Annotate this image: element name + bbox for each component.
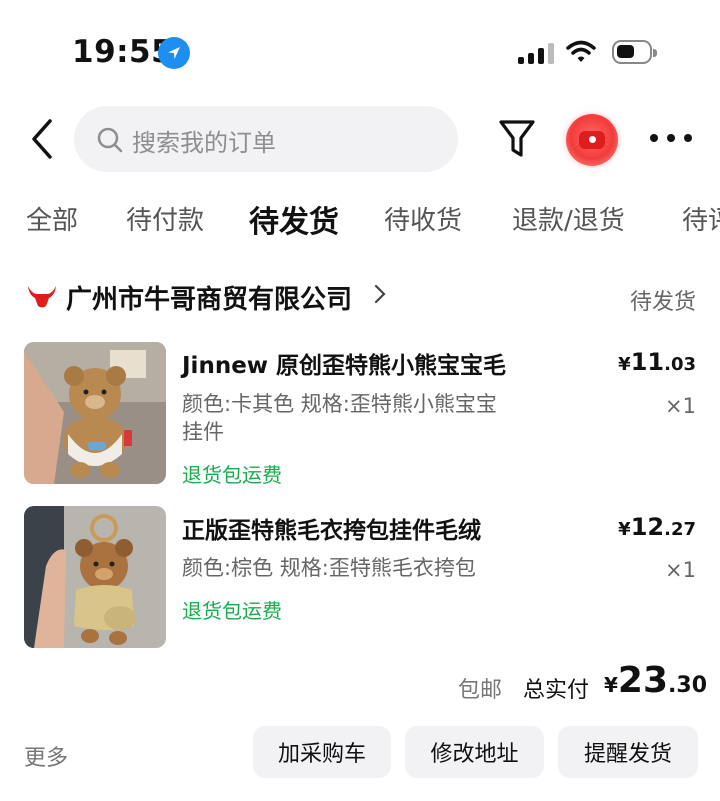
item-spec-line: 挂件 [182, 420, 224, 444]
tab-pending-payment[interactable]: 待付款 [126, 200, 204, 237]
change-address-button[interactable]: 修改地址 [405, 726, 544, 778]
item-spec: 颜色:卡其色 规格:歪特熊小熊宝宝 挂件 [182, 390, 562, 446]
item-spec-line: 颜色:卡其色 规格:歪特熊小熊宝宝 [182, 392, 497, 416]
currency-symbol: ¥ [604, 673, 618, 697]
red-packet-button[interactable] [566, 114, 618, 166]
search-placeholder: 搜索我的订单 [132, 129, 276, 157]
search-icon [97, 127, 123, 153]
store-bull-logo-icon [26, 284, 58, 314]
total-paid-label: 总实付 [523, 678, 590, 703]
more-actions-link[interactable]: 更多 [24, 740, 68, 772]
price-decimal: .27 [664, 519, 696, 540]
add-to-cart-button[interactable]: 加采购车 [253, 726, 391, 778]
item-title[interactable]: Jinnew 原创歪特熊小熊宝宝毛 [182, 346, 506, 380]
order-status: 待发货 [629, 290, 696, 315]
currency-symbol: ¥ [618, 354, 631, 375]
item-spec-line: 颜色:棕色 规格:歪特熊毛衣挎包 [182, 556, 476, 580]
total-integer: 23 [617, 660, 669, 701]
product-image-bear-sweater[interactable] [24, 506, 166, 648]
tab-all[interactable]: 全部 [26, 200, 78, 237]
price-decimal: .03 [664, 354, 696, 375]
item-spec: 颜色:棕色 规格:歪特熊毛衣挎包 [182, 554, 562, 582]
search-input[interactable]: 搜索我的订单 [74, 106, 458, 172]
item-quantity: ×1 [665, 558, 696, 582]
battery-icon [612, 40, 657, 64]
item-quantity: ×1 [665, 394, 696, 418]
currency-symbol: ¥ [618, 519, 631, 540]
price-integer: 11 [630, 348, 665, 376]
location-arrow-icon [158, 37, 190, 69]
wifi-icon [566, 40, 596, 68]
tab-pending-review[interactable]: 待评 [682, 200, 720, 237]
chevron-left-icon [32, 119, 52, 159]
product-image-bear-diaper[interactable] [24, 342, 166, 484]
total-paid-amount: ¥23.30 [604, 660, 707, 701]
return-shipping-badge: 退货包运费 [182, 463, 282, 487]
filter-button[interactable] [498, 118, 536, 164]
tab-refund[interactable]: 退款/退货 [512, 200, 625, 237]
return-shipping-badge: 退货包运费 [182, 599, 282, 623]
chevron-right-icon[interactable] [374, 283, 386, 311]
store-name[interactable]: 广州市牛哥商贸有限公司 [66, 279, 352, 316]
more-options-button[interactable] [650, 134, 692, 142]
free-shipping-label: 包邮 [458, 678, 503, 703]
cellular-signal-icon [518, 42, 554, 64]
item-price: ¥11.03 [618, 348, 696, 376]
tab-pending-shipment[interactable]: 待发货 [249, 197, 339, 241]
back-button[interactable] [24, 117, 60, 161]
remind-shipment-button[interactable]: 提醒发货 [558, 726, 698, 778]
filter-icon [499, 120, 535, 157]
item-title[interactable]: 正版歪特熊毛衣挎包挂件毛绒 [182, 511, 481, 545]
tab-pending-receipt[interactable]: 待收货 [384, 200, 462, 237]
total-decimal: .30 [668, 673, 708, 698]
price-integer: 12 [630, 513, 665, 541]
item-price: ¥12.27 [618, 513, 696, 541]
